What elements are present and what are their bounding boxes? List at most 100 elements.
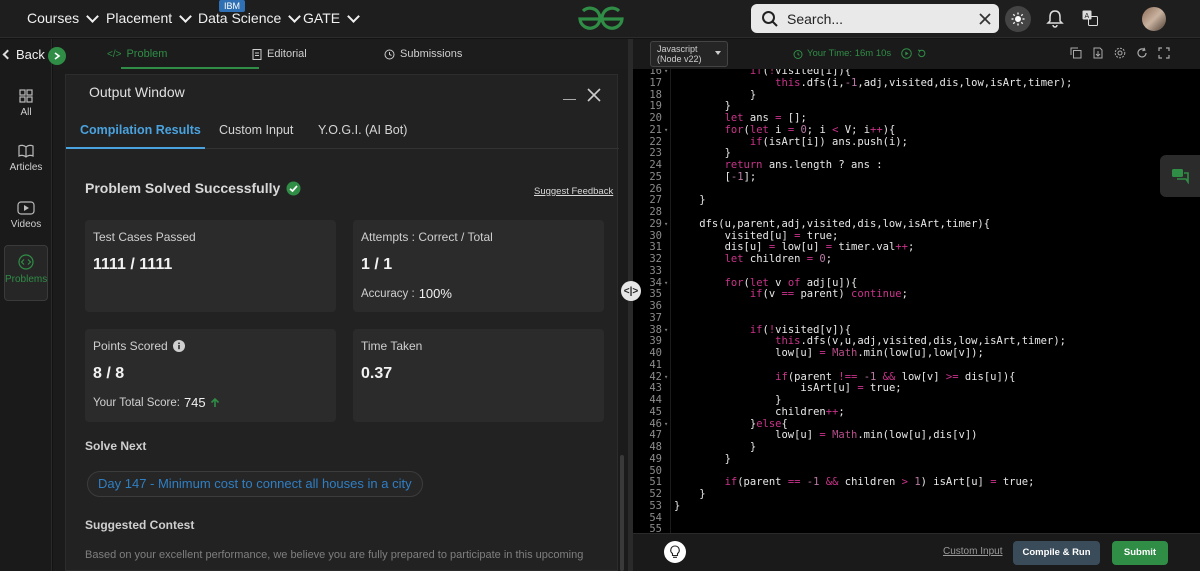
clear-search-icon[interactable] — [979, 12, 991, 25]
code-text: low[u] = Math.min(low[u],low[v]); — [674, 347, 984, 359]
sidebar-item-label: Articles — [9, 162, 43, 173]
search-input[interactable] — [787, 10, 967, 27]
chevron-down-icon — [347, 9, 360, 23]
close-icon[interactable] — [587, 88, 601, 102]
sidebar-item-label: All — [20, 107, 32, 118]
time-label: Time Taken — [361, 339, 423, 353]
custom-input-link[interactable]: Custom Input — [943, 546, 1002, 557]
fold-arrow-icon[interactable]: ▾ — [664, 419, 668, 431]
stopwatch-icon — [793, 49, 803, 59]
editor-actions — [1070, 47, 1170, 59]
theme-toggle-button[interactable] — [1005, 6, 1031, 32]
tab-editorial-label: Editorial — [267, 48, 307, 60]
code-icon: </> — [107, 48, 122, 60]
fullscreen-icon[interactable] — [1158, 47, 1170, 59]
code-text: if(v == parent) continue; — [749, 288, 908, 301]
search-bar[interactable] — [751, 4, 999, 33]
code-editor[interactable]: 16 ▾ if(!visited[i]){17 this.dfs(i,-1,adj… — [633, 69, 1200, 533]
bell-icon[interactable] — [1046, 9, 1064, 28]
nav-data-science[interactable]: Data Science — [198, 9, 302, 26]
sidebar-item-videos[interactable]: Videos — [4, 201, 48, 230]
lightbulb-icon — [670, 545, 680, 558]
nav-data-science-label: Data Science — [198, 10, 282, 26]
compile-run-button[interactable]: Compile & Run — [1013, 541, 1100, 565]
code-text: } — [674, 488, 706, 500]
language-select[interactable]: Javascript (Node v22) — [650, 41, 728, 67]
info-icon[interactable] — [172, 340, 185, 352]
accuracy-row: Accuracy : 100% — [361, 286, 452, 301]
nav-placement[interactable]: Placement — [106, 9, 193, 26]
code-text: } — [674, 194, 706, 207]
code-text: for(let i = 0; i < V; i++){ — [724, 123, 896, 136]
dropdown-arrow-icon — [715, 51, 721, 55]
gfg-logo-icon[interactable] — [576, 5, 626, 33]
chat-button[interactable] — [1160, 155, 1200, 197]
play-timer-icon[interactable] — [901, 48, 912, 59]
suggest-feedback-link[interactable]: Suggest Feedback — [534, 186, 613, 197]
reset-code-icon[interactable] — [1136, 47, 1148, 59]
user-avatar[interactable] — [1142, 7, 1166, 31]
book-icon — [18, 144, 34, 158]
nav-gate[interactable]: GATE — [303, 9, 360, 26]
line-number: 24 — [649, 159, 662, 171]
line-number: 33 — [649, 264, 662, 277]
line-number: 52 — [649, 488, 662, 500]
resize-handle-icon[interactable]: <|> — [621, 281, 641, 301]
output-window: Output Window Compilation Results Custom… — [65, 74, 619, 571]
time-card: Time Taken 0.37 — [353, 329, 604, 422]
minimize-icon[interactable] — [563, 99, 576, 100]
nav-courses[interactable]: Courses — [27, 9, 100, 26]
fold-arrow-icon[interactable]: ▾ — [664, 125, 668, 137]
line-number: 48 — [649, 441, 662, 453]
timer-text: Your Time: 16m 10s — [807, 48, 892, 59]
code-text: } — [674, 499, 681, 512]
line-number: 32 — [649, 253, 662, 265]
scrollbar[interactable] — [620, 455, 624, 571]
sidebar-item-all[interactable]: All — [4, 89, 48, 118]
line-number: 25 — [649, 170, 662, 183]
sidebar-item-problems[interactable]: Problems — [4, 245, 48, 301]
tab-problem[interactable]: </> Problem — [107, 48, 167, 60]
accuracy-label: Accuracy : — [361, 287, 415, 300]
line-number: 28 — [649, 206, 662, 218]
tab-yogi-ai-bot[interactable]: Y.O.G.I. (AI Bot) — [318, 123, 407, 137]
tab-submissions[interactable]: Submissions — [384, 48, 462, 60]
fold-arrow-icon[interactable]: ▾ — [664, 372, 668, 384]
tab-compilation-results[interactable]: Compilation Results — [80, 123, 201, 137]
code-text: } — [674, 394, 782, 406]
tab-submissions-label: Submissions — [400, 48, 463, 60]
tab-problem-label: Problem — [126, 48, 168, 60]
solve-next-problem-link[interactable]: Day 147 - Minimum cost to connect all ho… — [87, 471, 423, 497]
line-number: 45 — [649, 405, 662, 418]
back-button[interactable]: Back — [2, 47, 45, 62]
line-number: 29 — [649, 217, 662, 230]
collapse-sidebar-button[interactable] — [48, 47, 66, 65]
translate-icon[interactable]: A — [1082, 10, 1098, 26]
settings-icon[interactable] — [1114, 47, 1126, 59]
document-icon — [252, 48, 262, 60]
reset-timer-icon[interactable] — [916, 48, 927, 59]
status-text: Problem Solved Successfully — [85, 180, 281, 196]
line-number: 40 — [649, 347, 662, 359]
copy-icon[interactable] — [1070, 47, 1082, 59]
fold-arrow-icon[interactable]: ▾ — [664, 69, 668, 78]
output-tabs: Compilation Results Custom Input Y.O.G.I… — [66, 109, 619, 149]
submit-button[interactable]: Submit — [1112, 541, 1168, 565]
fold-arrow-icon[interactable]: ▾ — [664, 278, 668, 290]
status-heading: Problem Solved Successfully — [85, 180, 301, 196]
accuracy-value: 100% — [418, 286, 452, 301]
fold-arrow-icon[interactable]: ▾ — [664, 325, 668, 337]
import-file-icon[interactable] — [1092, 47, 1104, 59]
check-circle-icon — [286, 181, 301, 195]
tab-editorial[interactable]: Editorial — [252, 48, 307, 60]
points-card: Points Scored 8 / 8 Your Total Score: 74… — [85, 329, 336, 422]
code-text: [-1]; — [674, 170, 757, 183]
grid-icon — [19, 89, 33, 103]
tab-custom-input[interactable]: Custom Input — [219, 123, 293, 137]
sidebar-item-articles[interactable]: Articles — [4, 144, 48, 173]
top-navbar: Courses Placement IBM Data Science GATE — [0, 0, 1200, 38]
hint-button[interactable] — [664, 541, 686, 563]
fold-arrow-icon[interactable]: ▾ — [664, 219, 668, 231]
nav-placement-label: Placement — [106, 10, 173, 26]
chevron-down-icon — [179, 9, 193, 23]
